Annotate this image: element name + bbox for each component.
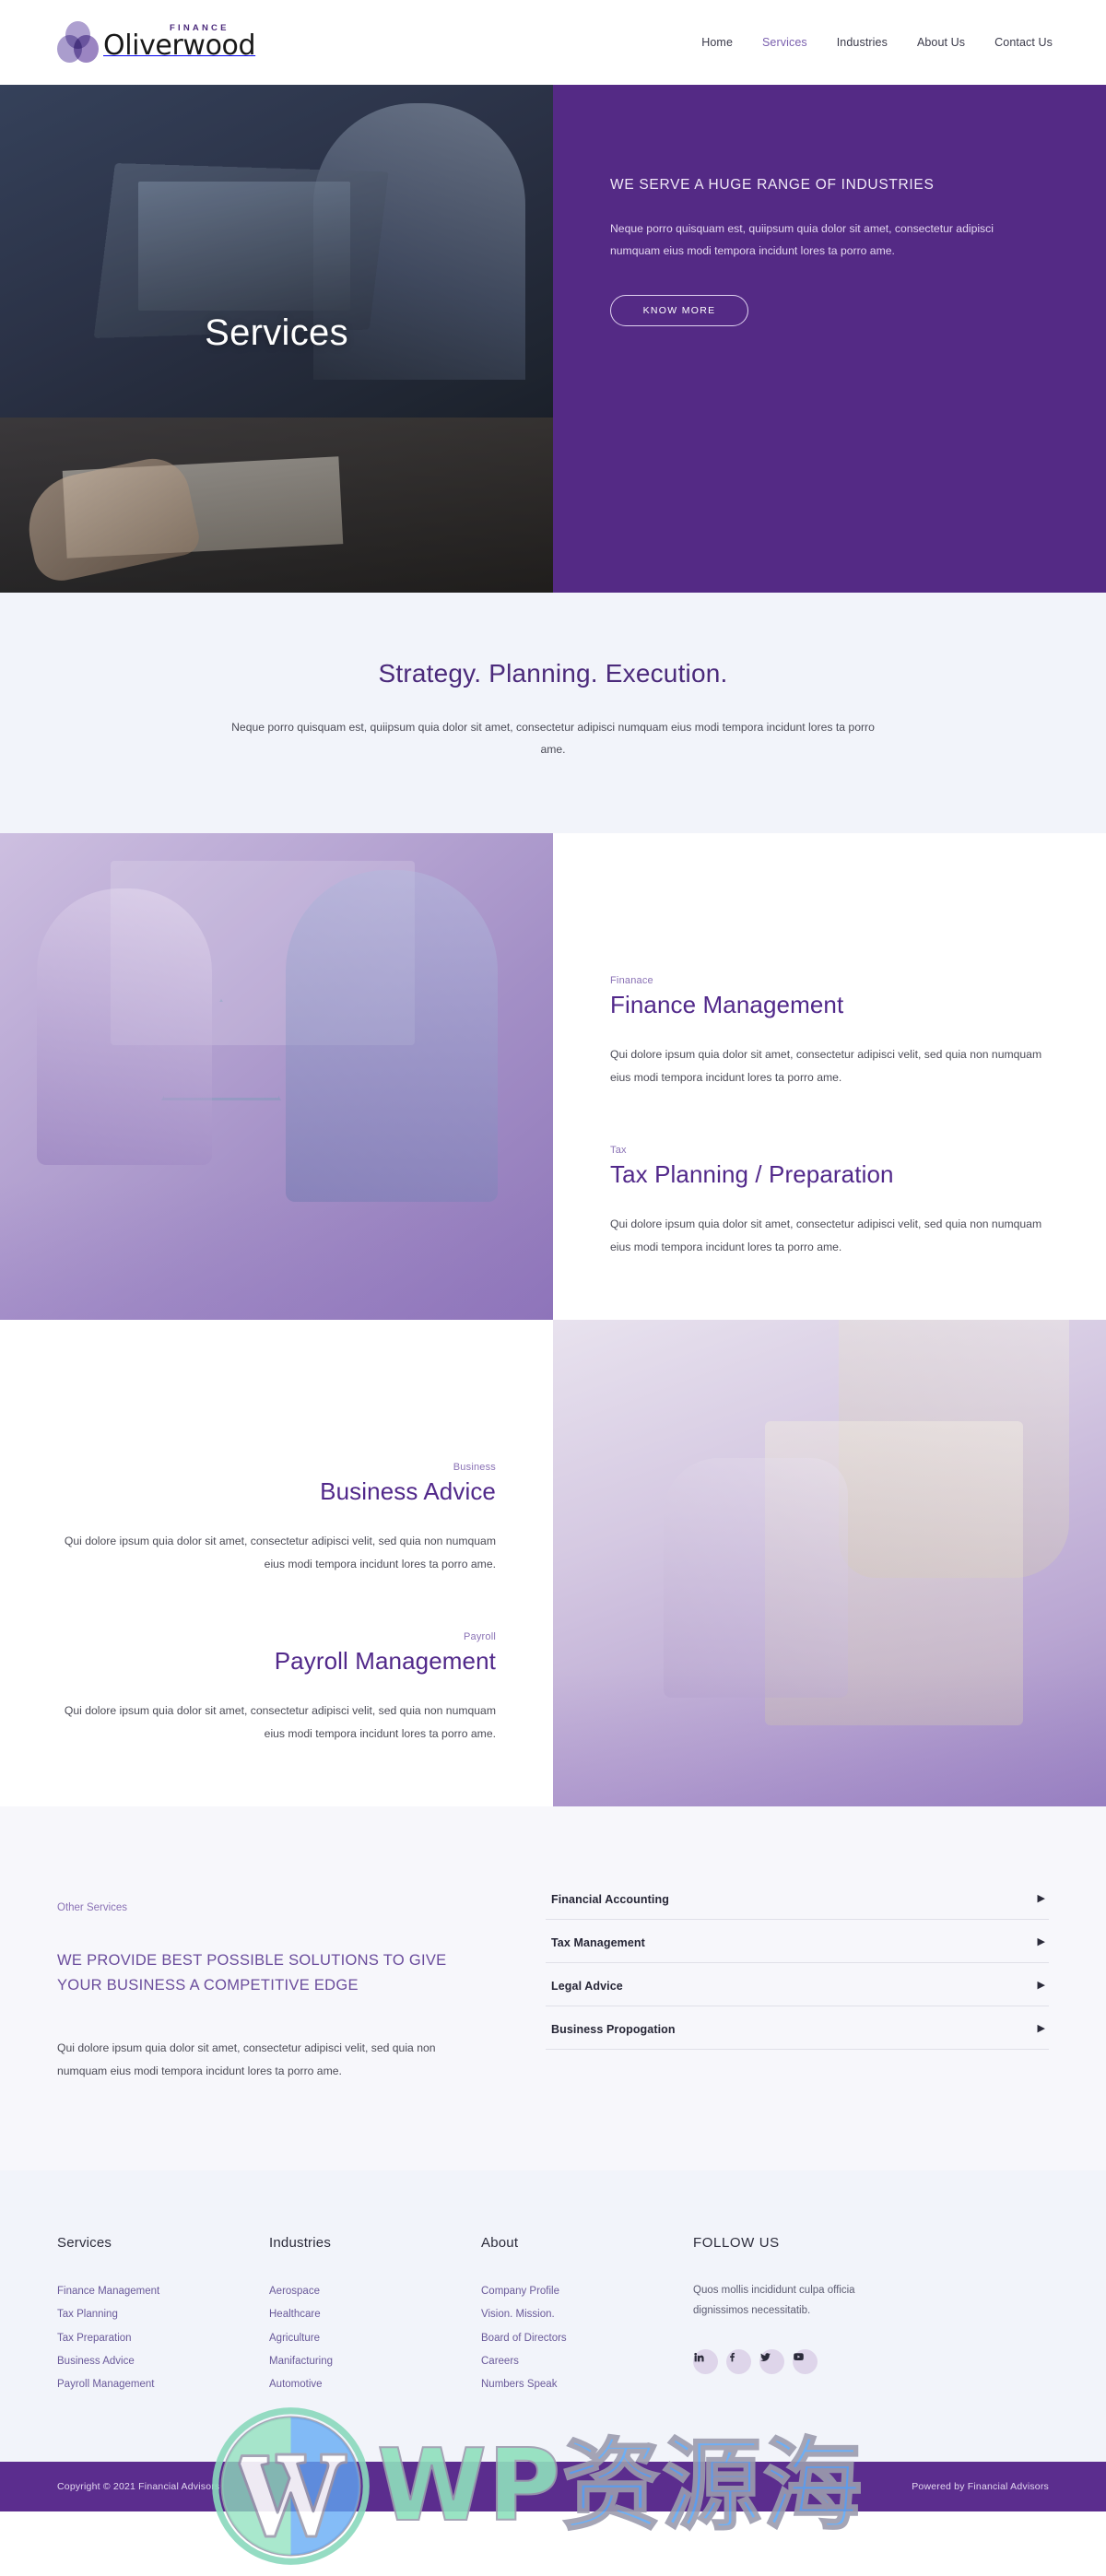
service-text-column-right: Business Business Advice Qui dolore ipsu… — [0, 1319, 553, 1806]
strategy-heading: Strategy. Planning. Execution. — [378, 659, 728, 688]
service-row-finance-tax: Finanace Finance Management Qui dolore i… — [0, 832, 1106, 1320]
other-services-copy: Qui dolore ipsum quia dolor sit amet, co… — [57, 2041, 436, 2077]
footer-link[interactable]: Numbers Speak — [481, 2373, 693, 2396]
hero-kicker: WE SERVE A HUGE RANGE OF INDUSTRIES — [610, 177, 935, 193]
linkedin-icon[interactable] — [693, 2348, 718, 2374]
accordion-label: Legal Advice — [551, 1979, 623, 1993]
accordion-item-financial-accounting[interactable]: Financial Accounting ▶ — [546, 1884, 1049, 1920]
hero-title: Services — [205, 312, 348, 353]
footer-link[interactable]: Tax Planning — [57, 2303, 269, 2326]
site-header: FINANCE Oliverwood Home Services Industr… — [0, 0, 1106, 85]
facebook-icon[interactable] — [726, 2348, 751, 2374]
logo-finance-label: FINANCE — [170, 22, 229, 33]
footer-column-industries: Industries Aerospace Healthcare Agricult… — [269, 2235, 481, 2396]
accordion-label: Tax Management — [551, 1935, 645, 1949]
footer-link[interactable]: Company Profile — [481, 2280, 693, 2303]
accordion-item-business-propogation[interactable]: Business Propogation ▶ — [546, 2006, 1049, 2050]
footer-link[interactable]: Automotive — [269, 2373, 481, 2396]
chevron-right-icon: ▶ — [1037, 2023, 1045, 2035]
service-text-column-left: Finanace Finance Management Qui dolore i… — [553, 832, 1106, 1320]
other-services-section: Other Services WE PROVIDE BEST POSSIBLE … — [0, 1806, 1106, 2171]
footer-link[interactable]: Agriculture — [269, 2327, 481, 2350]
service-block-business: Business Business Advice Qui dolore ipsu… — [63, 1462, 496, 1576]
social-links — [693, 2348, 942, 2374]
chevron-right-icon: ▶ — [1037, 1980, 1045, 1992]
other-services-intro: Other Services WE PROVIDE BEST POSSIBLE … — [57, 1880, 490, 2082]
service-copy: Qui dolore ipsum quia dolor sit amet, co… — [64, 1534, 496, 1570]
footer-link[interactable]: Vision. Mission. — [481, 2303, 693, 2326]
footer-column-title: FOLLOW US — [693, 2235, 780, 2252]
chevron-right-icon: ▶ — [1037, 1893, 1045, 1905]
service-block-finance: Finanace Finance Management Qui dolore i… — [610, 975, 1043, 1089]
footer-link[interactable]: Business Advice — [57, 2350, 269, 2373]
hero-image: Services — [0, 85, 553, 593]
footer-link[interactable]: Payroll Management — [57, 2373, 269, 2396]
service-copy: Qui dolore ipsum quia dolor sit amet, co… — [610, 1217, 1042, 1253]
nav-item-home[interactable]: Home — [701, 36, 733, 49]
accordion-item-tax-management[interactable]: Tax Management ▶ — [546, 1920, 1049, 1963]
service-eyebrow: Payroll — [463, 1630, 496, 1642]
footer-link[interactable]: Manifacturing — [269, 2350, 481, 2373]
hero-section: Services WE SERVE A HUGE RANGE OF INDUST… — [0, 85, 1106, 593]
youtube-icon[interactable] — [793, 2348, 818, 2374]
service-block-payroll: Payroll Payroll Management Qui dolore ip… — [63, 1631, 496, 1746]
footer-link[interactable]: Healthcare — [269, 2303, 481, 2326]
copyright-text: Copyright © 2021 Financial Advisors — [57, 2480, 220, 2492]
service-eyebrow: Finanace — [610, 974, 653, 986]
logo-mark-icon — [57, 21, 100, 64]
footer-link[interactable]: Aerospace — [269, 2280, 481, 2303]
service-image-signing — [553, 1319, 1106, 1806]
service-row-business-payroll: Business Business Advice Qui dolore ipsu… — [0, 1319, 1106, 1806]
footer-column-services: Services Finance Management Tax Planning… — [57, 2235, 269, 2396]
service-title: Business Advice — [320, 1476, 496, 1505]
accordion-item-legal-advice[interactable]: Legal Advice ▶ — [546, 1963, 1049, 2006]
footer-link[interactable]: Tax Preparation — [57, 2327, 269, 2350]
nav-item-contact-us[interactable]: Contact Us — [994, 36, 1053, 49]
service-block-tax: Tax Tax Planning / Preparation Qui dolor… — [610, 1145, 1043, 1259]
service-eyebrow: Tax — [610, 1144, 627, 1156]
footer-column-title: Services — [57, 2235, 112, 2252]
other-services-eyebrow: Other Services — [57, 1901, 128, 1913]
other-services-accordion: Financial Accounting ▶ Tax Management ▶ … — [546, 1880, 1049, 2082]
footer-column-title: About — [481, 2235, 519, 2252]
service-image-meeting — [0, 832, 553, 1320]
hero-copy: Neque porro quisquam est, quiipsum quia … — [610, 222, 994, 258]
nav-item-about-us[interactable]: About Us — [917, 36, 965, 49]
nav-item-industries[interactable]: Industries — [837, 36, 888, 49]
service-copy: Qui dolore ipsum quia dolor sit amet, co… — [610, 1047, 1042, 1084]
nav-item-services[interactable]: Services — [762, 36, 807, 49]
footer-link[interactable]: Board of Directors — [481, 2327, 693, 2350]
accordion-label: Financial Accounting — [551, 1892, 669, 1906]
service-copy: Qui dolore ipsum quia dolor sit amet, co… — [64, 1703, 496, 1740]
site-footer: Services Finance Management Tax Planning… — [0, 2170, 1106, 2462]
service-title: Payroll Management — [274, 1646, 496, 1675]
footer-link[interactable]: Careers — [481, 2350, 693, 2373]
other-services-heading: WE PROVIDE BEST POSSIBLE SOLUTIONS TO GI… — [57, 1951, 447, 1994]
know-more-button[interactable]: KNOW MORE — [610, 294, 748, 326]
chevron-right-icon: ▶ — [1037, 1936, 1045, 1948]
footer-bottom-bar: Copyright © 2021 Financial Advisors Powe… — [0, 2461, 1106, 2511]
service-eyebrow: Business — [453, 1461, 496, 1473]
footer-follow-copy: Quos mollis incididunt culpa officia dig… — [693, 2285, 855, 2317]
accordion-label: Business Propogation — [551, 2022, 676, 2036]
service-title: Tax Planning / Preparation — [610, 1159, 894, 1188]
footer-column-about: About Company Profile Vision. Mission. B… — [481, 2235, 693, 2396]
main-navigation: Home Services Industries About Us Contac… — [701, 36, 1053, 49]
logo-wordmark: FINANCE Oliverwood — [103, 22, 256, 62]
strategy-section: Strategy. Planning. Execution. Neque por… — [0, 593, 1106, 833]
logo-brand-name: Oliverwood — [103, 29, 256, 62]
service-title: Finance Management — [610, 990, 844, 1018]
twitter-icon[interactable] — [759, 2348, 784, 2374]
powered-by-text: Powered by Financial Advisors — [912, 2480, 1049, 2492]
hero-panel: WE SERVE A HUGE RANGE OF INDUSTRIES Nequ… — [553, 85, 1106, 593]
strategy-copy: Neque porro quisquam est, quiipsum quia … — [231, 721, 875, 757]
footer-link[interactable]: Finance Management — [57, 2280, 269, 2303]
brand-logo[interactable]: FINANCE Oliverwood — [57, 21, 256, 64]
footer-column-title: Industries — [269, 2235, 332, 2252]
footer-column-follow-us: FOLLOW US Quos mollis incididunt culpa o… — [693, 2235, 942, 2396]
